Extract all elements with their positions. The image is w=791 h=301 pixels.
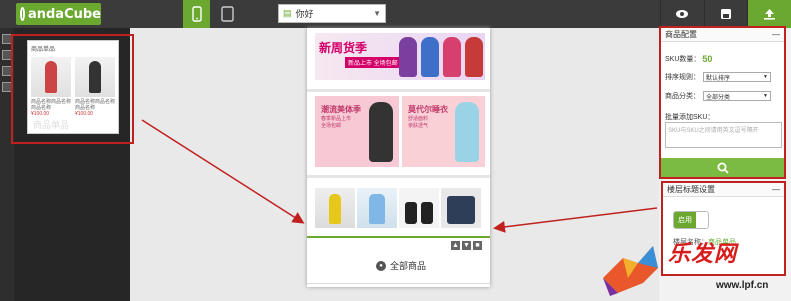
- product-thumbnail[interactable]: [399, 188, 439, 228]
- all-goods-link[interactable]: ● 全部商品: [376, 259, 426, 272]
- promo-tile[interactable]: 莫代尔睡衣 舒适面料 亲肤透气: [402, 96, 485, 167]
- category-select[interactable]: 全部分类 ▼: [703, 91, 771, 101]
- promo-model-image: [369, 102, 393, 162]
- promo-subtitle: 春季新品上市 全场包邮: [321, 116, 352, 129]
- sku-label: SKU数量：: [665, 56, 701, 63]
- all-goods-label: 全部商品: [390, 261, 427, 271]
- arrow-to-canvas: [141, 119, 305, 224]
- arrow-from-floor-settings: [493, 207, 658, 233]
- move-up-icon[interactable]: ▲: [451, 241, 460, 250]
- chevron-down-icon: ▼: [763, 93, 768, 99]
- floor-title-toggle[interactable]: 启用: [673, 211, 709, 229]
- floor-header: 楼层标题设置 —: [663, 183, 784, 197]
- all-goods-icon: ●: [376, 260, 386, 271]
- watermark: 乐发网 www.lpf.cn: [598, 230, 791, 301]
- bulk-sku-textarea[interactable]: SKU与SKU之间请用英文逗号隔开: [665, 122, 782, 148]
- category-row: 商品分类： 全部分类 ▼: [665, 91, 771, 101]
- bulk-add-label: 批量添加SKU：: [665, 114, 715, 121]
- config-header: 商品配置 —: [661, 28, 784, 42]
- product-thumbnail[interactable]: [315, 188, 355, 228]
- product-thumbnail[interactable]: [441, 188, 481, 228]
- watermark-animal-logo: [603, 246, 658, 296]
- sort-label: 排序规则：: [665, 74, 700, 81]
- banner-subtitle: 新品上市 全场包邮: [345, 57, 401, 68]
- category-label: 商品分类：: [665, 93, 700, 100]
- sku-count-row: SKU数量： 50: [665, 54, 712, 64]
- selected-module-outline: [307, 236, 490, 238]
- watermark-url: www.lpf.cn: [716, 280, 769, 291]
- canvas-divider: [307, 283, 490, 284]
- banner-title: 新周货季: [319, 41, 368, 55]
- floor-title: 楼层标题设置: [667, 185, 715, 194]
- delete-icon[interactable]: ■: [473, 241, 482, 250]
- category-value: 全部分类: [706, 94, 731, 101]
- sort-value: 默认排序: [706, 75, 731, 82]
- banner-module[interactable]: 新周货季 新品上市 全场包邮: [315, 33, 485, 80]
- search-icon: [717, 162, 729, 174]
- product-thumbnail[interactable]: [357, 188, 397, 228]
- banner-model-image: [399, 37, 417, 77]
- sku-count-value: 50: [702, 54, 713, 64]
- watermark-brand: 乐发网: [668, 242, 738, 267]
- promo-model-image: [455, 102, 479, 162]
- module-divider: [307, 175, 490, 178]
- product-config-panel: 商品配置 — SKU数量： 50 排序规则： 默认排序 ▼ 商品分类： 全部分类…: [659, 26, 786, 179]
- banner-model-image: [465, 37, 483, 77]
- config-title: 商品配置: [665, 30, 697, 39]
- promo-title: 莫代尔睡衣: [408, 105, 448, 114]
- module-actions: ▲ ▼ ■: [451, 241, 482, 250]
- search-button[interactable]: [661, 158, 784, 177]
- collapse-icon[interactable]: —: [772, 185, 780, 194]
- sort-row: 排序规则： 默认排序 ▼: [665, 72, 771, 82]
- banner-model-image: [443, 37, 461, 77]
- promo-tile[interactable]: 潮流美体季 春季新品上市 全场包邮: [315, 96, 399, 167]
- collapse-icon[interactable]: —: [772, 30, 780, 39]
- sort-select[interactable]: 默认排序 ▼: [703, 72, 771, 82]
- chevron-down-icon: ▼: [763, 74, 768, 80]
- toggle-label: 启用: [674, 212, 696, 228]
- promo-subtitle: 舒适面料 亲肤透气: [408, 116, 429, 129]
- module-divider: [307, 89, 490, 92]
- banner-model-image: [421, 37, 439, 77]
- move-down-icon[interactable]: ▼: [462, 241, 471, 250]
- toggle-knob: [696, 212, 708, 228]
- promo-title: 潮流美体季: [321, 105, 361, 114]
